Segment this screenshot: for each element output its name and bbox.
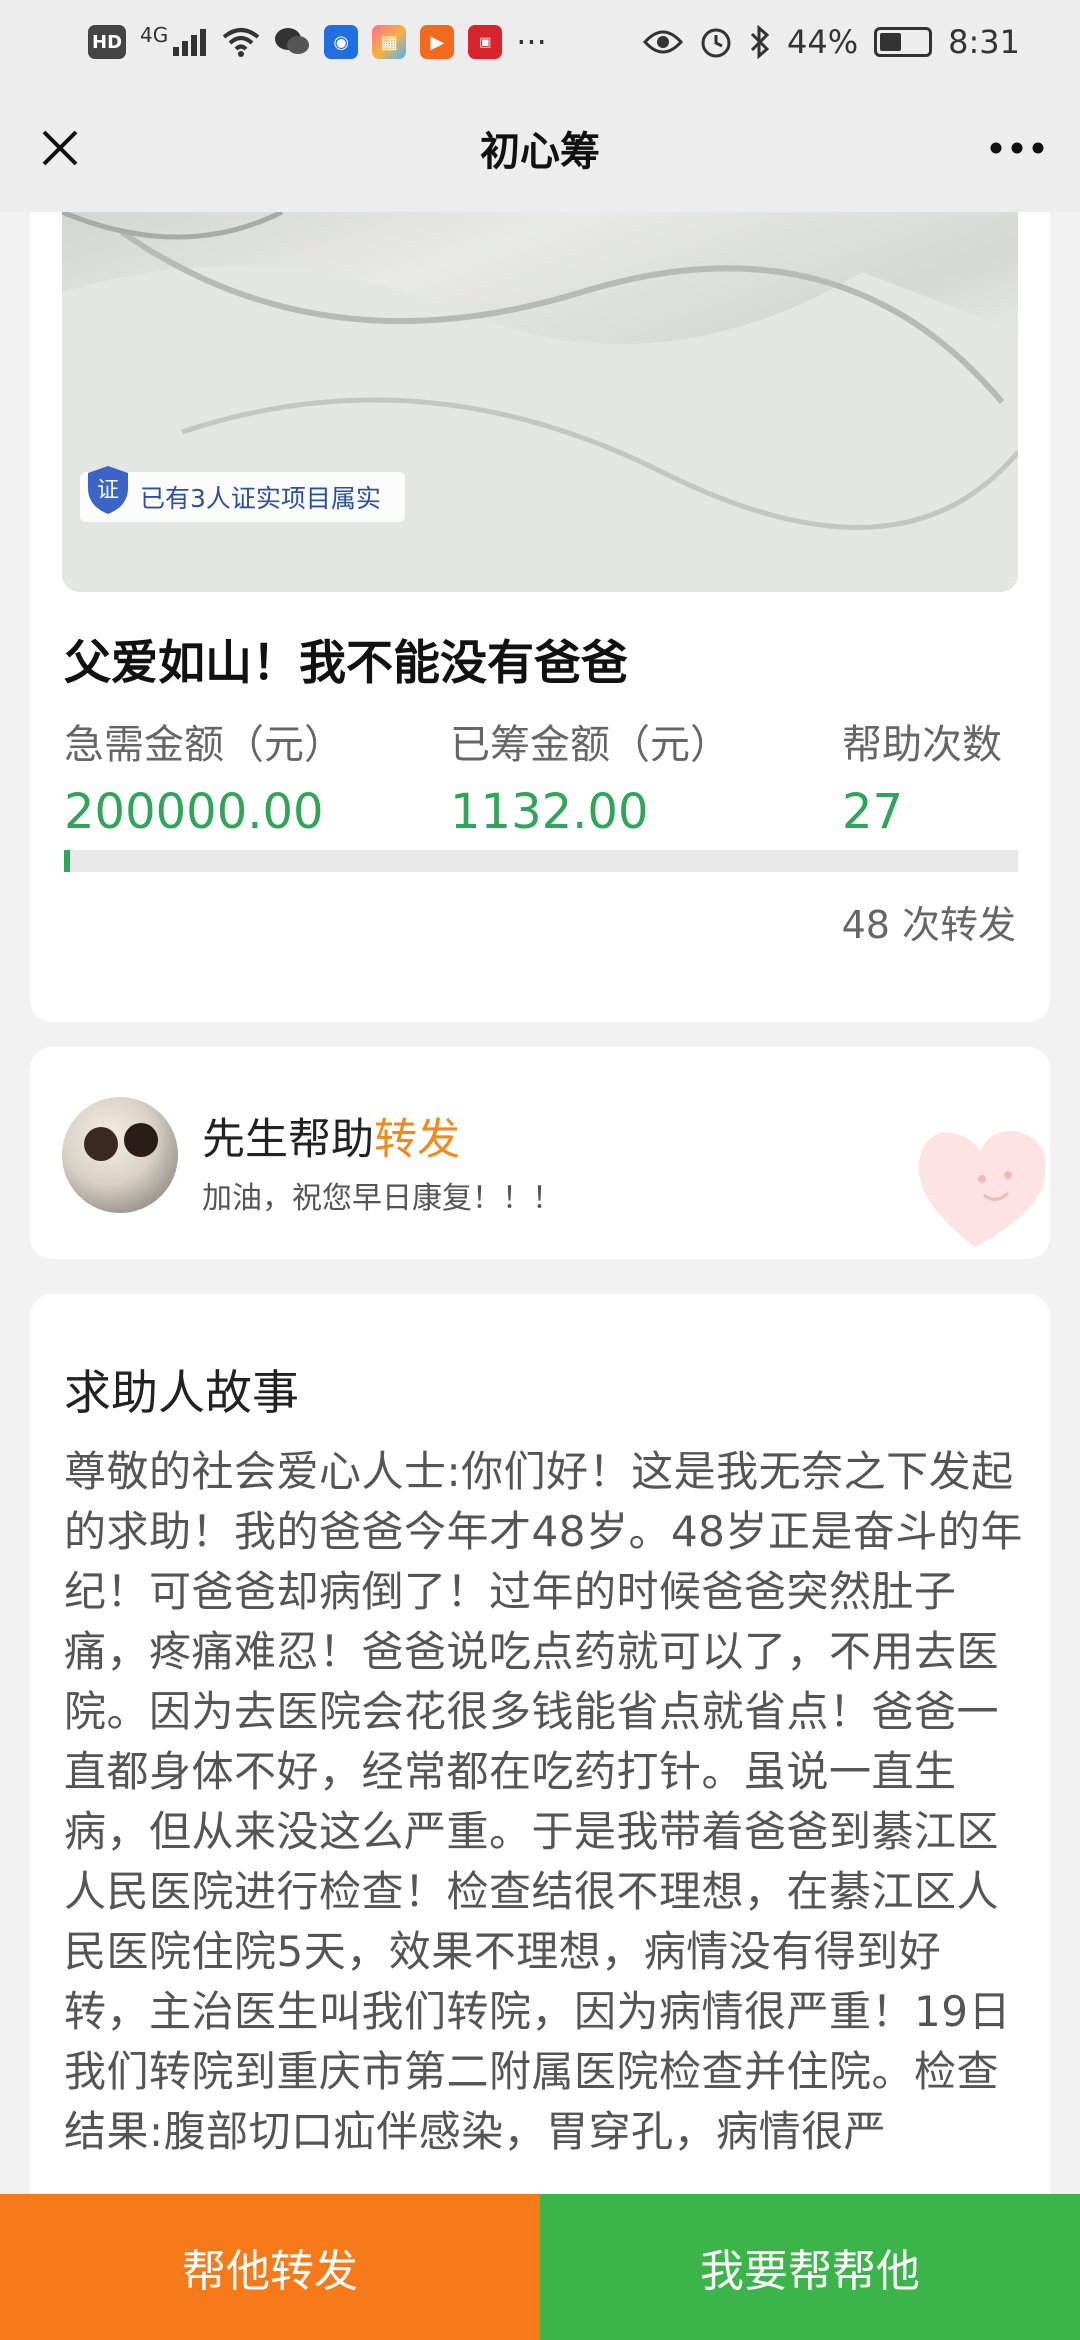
story-body: 尊敬的社会爱心人士:你们好！这是我无奈之下发起的求助！我的爸爸今年才48岁。48… [64,1447,1023,2156]
svg-text:证: 证 [97,478,119,503]
battery-icon [874,27,933,57]
bottom-action-bar: 帮他转发 我要帮帮他 [0,2194,1080,2340]
more-notifications: ··· [516,23,547,61]
stat-label: 帮助次数 [842,722,1002,768]
stat-target: 急需金额（元） 200000.00 [64,712,344,840]
supporter-action: 转发 [374,1115,460,1165]
stat-label: 急需金额（元） [64,722,344,768]
app-icon: ▦ [372,25,407,59]
progress-bar [64,850,1018,872]
status-left: HD 4G ◉ ▦ ▶ ▣ ··· [88,23,547,61]
supporter-name: 先生帮助转发 [202,1105,460,1167]
status-right: 44% 8:31 [643,23,1020,61]
app-icon: ▶ [420,25,455,59]
stat-value: 27 [842,784,904,840]
battery-percent: 44% [787,23,859,61]
page-content[interactable]: 证 已有3人证实项目属实 父爱如山！我不能没有爸爸 急需金额（元） 200000… [0,212,1080,2194]
verify-badge[interactable]: 证 已有3人证实项目属实 [80,466,405,522]
wifi-icon [222,28,260,57]
verify-text: 已有3人证实项目属实 [140,484,381,513]
avatar[interactable] [62,1097,178,1213]
stat-value: 200000.00 [64,784,324,840]
campaign-card: 证 已有3人证实项目属实 父爱如山！我不能没有爸爸 急需金额（元） 200000… [30,212,1050,1022]
supporter-message: 加油，祝您早日康复！！！ [202,1181,562,1216]
clock: 8:31 [948,23,1020,61]
campaign-photo[interactable]: 证 已有3人证实项目属实 [62,212,1018,592]
campaign-title: 父爱如山！我不能没有爸爸 [64,636,628,691]
bluetooth-icon [750,25,770,59]
donate-button[interactable]: 我要帮帮他 [540,2194,1080,2340]
close-button[interactable] [28,116,92,180]
network-type: 4G [140,23,169,47]
supporter-card[interactable]: 先生帮助转发 加油，祝您早日康复！！！ [30,1047,1050,1259]
more-button[interactable] [982,116,1052,180]
bedsheet-image [62,212,1018,592]
app-icon: ▣ [468,25,503,59]
app-icon: ◉ [324,25,359,59]
story-title: 求助人故事 [64,1366,299,1421]
page-title: 初心筹 [480,129,600,175]
close-icon [42,130,78,166]
nav-bar: 初心筹 [0,84,1080,212]
share-count: 48 次转发 [841,903,1016,947]
heart-icon [918,1131,1046,1247]
progress-fill [64,850,70,872]
wechat-icon [275,28,310,54]
supporter-name-text: 先生帮助 [202,1115,374,1165]
share-button[interactable]: 帮他转发 [0,2194,540,2340]
alarm-icon [701,28,731,58]
stat-value: 1132.00 [450,784,649,840]
shield-icon: 证 [88,466,128,514]
story-card: 求助人故事 尊敬的社会爱心人士:你们好！这是我无奈之下发起的求助！我的爸爸今年才… [30,1294,1050,2194]
stat-raised: 已筹金额（元） 1132.00 [450,712,730,840]
more-dots-icon [990,142,1044,154]
hd-icon: HD [88,25,127,59]
eye-icon [643,30,684,54]
stat-helps: 帮助次数 27 [842,712,1002,840]
stat-label: 已筹金额（元） [450,722,730,768]
status-bar: HD 4G ◉ ▦ ▶ ▣ ··· 44% 8:31 [0,0,1080,84]
signal-icon [173,29,207,56]
